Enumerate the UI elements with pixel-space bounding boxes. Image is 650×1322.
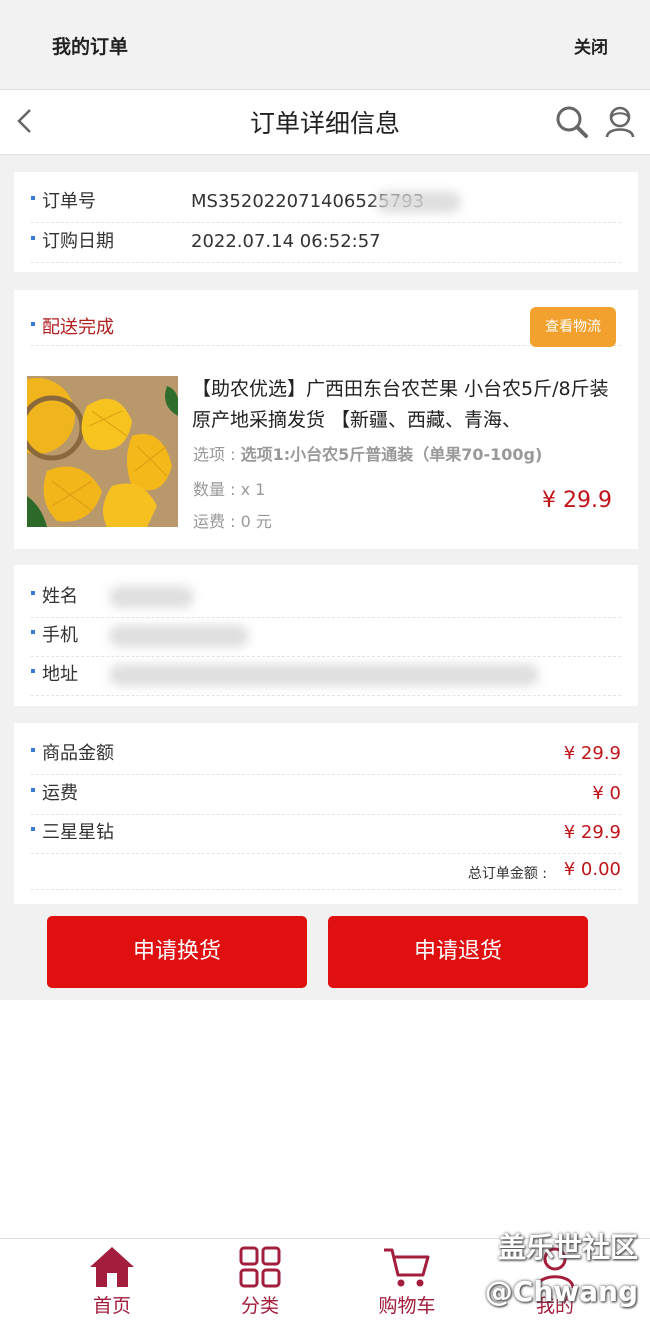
shipping-fee-value: ¥ 0 [592,783,621,804]
watermark-line-1: 盖乐世社区 [497,1231,638,1264]
product-image[interactable] [27,376,178,527]
order-info-card: 订单号 MS352022071406525793 订购日期 2022.07.14… [14,172,638,272]
buyer-address-row: 地址 [31,655,621,696]
shipping-fee-label: 运费 [42,783,78,804]
order-number-row: 订单号 MS352022071406525793 [31,182,621,223]
order-total-value: ¥ 0.00 [563,859,621,880]
product-option: 选项 : 选项1:小台农5斤普通装（单果70-100g) [193,441,542,465]
product-price: ¥ 29.9 [542,488,612,513]
delivery-card: 配送完成 查看物流 【助农优选】广西田东台农芒果 小台农5斤/8斤装 原产地采摘… [14,290,638,549]
tab-category[interactable]: 分类 [210,1245,310,1318]
product-quantity: 数量 : x 1 [193,480,266,499]
tab-home[interactable]: 首页 [62,1245,162,1318]
tab-cart-label: 购物车 [378,1295,436,1317]
user-icon[interactable] [603,105,637,139]
request-refund-button[interactable]: 申请退货 [328,916,588,988]
goods-amount-value: ¥ 29.9 [563,743,621,764]
redaction-blur [376,191,461,213]
redaction-blur [109,586,194,608]
payment-card: 商品金额 ¥ 29.9 运费 ¥ 0 三星星钻 ¥ 29.9 总订单金额 : ¥… [14,723,638,904]
watermark-line-2: @Chwang [484,1275,638,1308]
top-bar: 我的订单 关闭 [0,0,650,90]
goods-amount-label: 商品金额 [42,743,114,764]
product-shipping: 运费 : 0 元 [193,512,272,531]
address-label: 地址 [42,664,78,685]
redaction-blur [109,625,249,647]
buyer-name-row: 姓名 [31,577,621,618]
order-total-label: 总订单金额 : [467,866,547,882]
shipping-fee-row: 运费 ¥ 0 [31,774,621,815]
watermark: 盖乐世社区 @Chwang [485,1226,638,1314]
goods-amount-row: 商品金额 ¥ 29.9 [31,734,621,775]
delivery-status-row: 配送完成 查看物流 [31,307,621,347]
search-icon[interactable] [555,105,589,139]
tab-category-label: 分类 [240,1295,279,1317]
delivery-status: 配送完成 [42,317,114,338]
grid-icon [239,1246,281,1288]
order-total-row: 总订单金额 : ¥ 0.00 [31,853,621,890]
home-icon [90,1247,134,1287]
cart-icon [384,1248,430,1287]
request-exchange-button[interactable]: 申请换货 [47,916,307,988]
tab-home-label: 首页 [92,1295,131,1317]
order-date-value: 2022.07.14 06:52:57 [191,231,381,252]
option-label: 选项 : [193,445,241,464]
order-content: 订单号 MS352022071406525793 订购日期 2022.07.14… [0,155,650,1000]
order-date-label: 订购日期 [42,231,114,252]
buyer-phone-row: 手机 [31,616,621,657]
redaction-blur [109,664,539,686]
option-value: 选项1:小台农5斤普通装（单果70-100g) [240,445,543,464]
page-title: 订单详细信息 [249,109,400,138]
phone-label: 手机 [42,625,78,646]
points-row: 三星星钻 ¥ 29.9 [31,813,621,854]
product-title[interactable]: 【助农优选】广西田东台农芒果 小台农5斤/8斤装 原产地采摘发货 【新疆、西藏、… [192,374,622,436]
name-label: 姓名 [42,586,78,607]
view-logistics-button[interactable]: 查看物流 [530,307,616,347]
close-button[interactable]: 关闭 [574,33,608,58]
buyer-info-card: 姓名 手机 地址 [14,565,638,706]
nav-bar: 订单详细信息 [0,90,650,155]
app-title: 我的订单 [52,36,129,58]
order-date-row: 订购日期 2022.07.14 06:52:57 [31,222,621,263]
points-value: ¥ 29.9 [563,822,621,843]
tab-cart[interactable]: 购物车 [357,1245,457,1318]
points-label: 三星星钻 [42,822,114,843]
order-number-label: 订单号 [42,191,96,212]
